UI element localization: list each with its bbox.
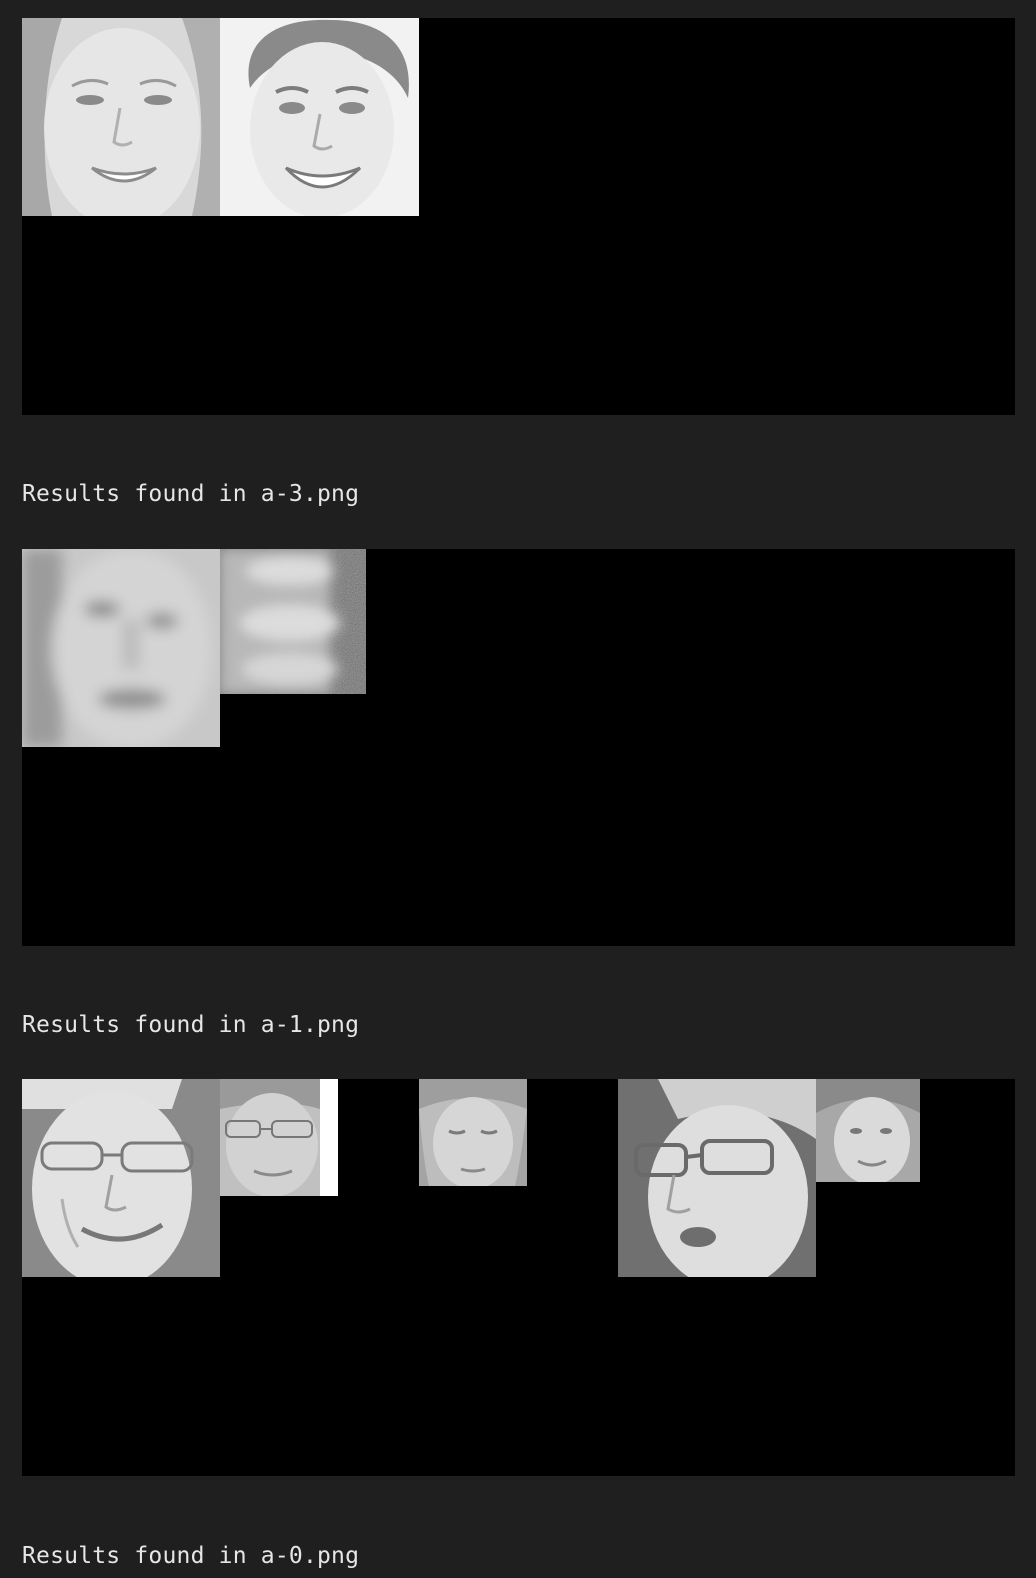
face-thumbnail-blurred-man[interactable] — [22, 549, 220, 747]
face-thumbnail-woman-smiling-small[interactable] — [816, 1079, 920, 1182]
face-thumbnail-man-glasses-talking[interactable] — [618, 1079, 816, 1277]
face-image — [419, 1079, 527, 1186]
face-thumbnail-young-man-glasses[interactable] — [220, 1079, 338, 1196]
face-thumbnail-woman-looking-down[interactable] — [419, 1079, 527, 1186]
face-image — [22, 1079, 220, 1277]
face-image — [220, 1079, 338, 1196]
face-image — [22, 18, 220, 216]
results-label-a1: Results found in a-1.png — [22, 1012, 360, 1038]
face-image — [618, 1079, 816, 1277]
face-image — [220, 549, 366, 694]
face-thumbnail-man-glasses-grimace[interactable] — [22, 1079, 220, 1277]
face-image — [22, 549, 220, 747]
result-panel-1 — [22, 18, 1015, 415]
face-thumbnail-noisy-pattern[interactable] — [220, 549, 366, 694]
result-panel-2 — [22, 549, 1015, 946]
face-image — [816, 1079, 920, 1182]
results-page: Results found in a-3.png Results found i… — [0, 0, 1036, 1578]
face-thumbnail-young-man-smiling[interactable] — [220, 18, 419, 216]
face-image — [220, 18, 419, 216]
face-thumbnail-woman-smiling[interactable] — [22, 18, 220, 216]
results-label-a0: Results found in a-0.png — [22, 1543, 360, 1569]
results-label-a3: Results found in a-3.png — [22, 481, 360, 507]
result-panel-3 — [22, 1079, 1015, 1476]
